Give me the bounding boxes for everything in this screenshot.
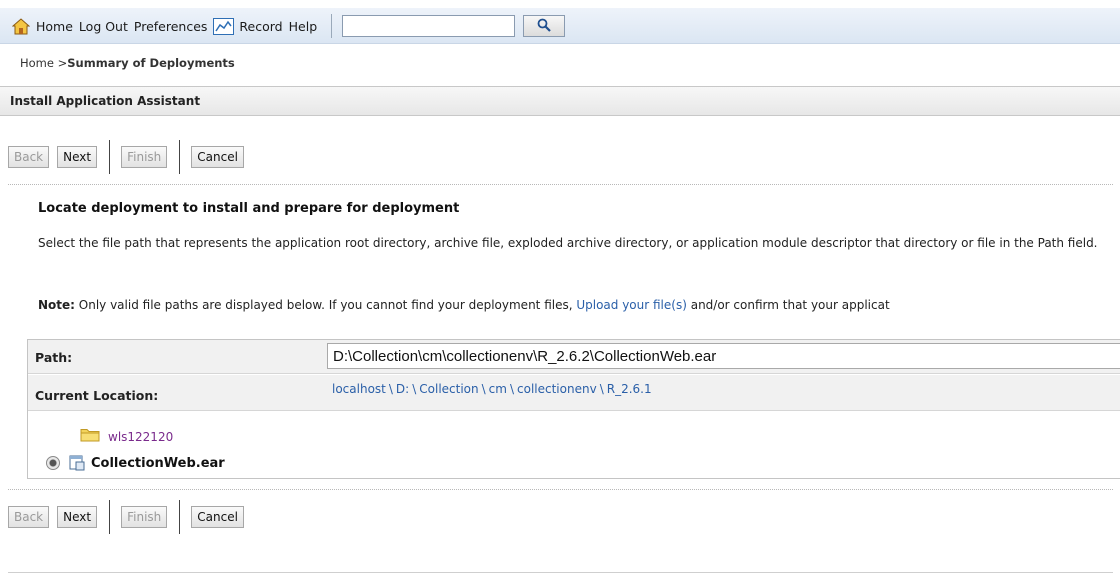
logout-link[interactable]: Log Out	[79, 19, 128, 34]
current-location-row: Current Location: localhost \ D: \ Collectio…	[28, 375, 1120, 411]
file-item: CollectionWeb.ear	[46, 455, 225, 471]
breadcrumb: Home >Summary of Deployments	[20, 56, 235, 70]
bottom-divider	[8, 572, 1113, 573]
bottom-button-row: Back Next Finish Cancel	[8, 500, 252, 534]
breadcrumb-current: Summary of Deployments	[67, 56, 235, 70]
note-label: Note:	[38, 298, 75, 312]
location-separator: \	[509, 382, 515, 396]
button-divider	[109, 500, 111, 534]
help-label: Help	[288, 18, 318, 34]
toolbar-divider	[331, 14, 333, 38]
section-description: Select the file path that represents the…	[38, 236, 1098, 250]
note-text: Only valid file paths are displayed belo…	[74, 298, 577, 312]
path-label: Path:	[35, 350, 73, 365]
top-button-row: Back Next Finish Cancel	[8, 140, 252, 174]
record-icon	[213, 17, 235, 35]
back-button-bottom[interactable]: Back	[8, 506, 50, 528]
assistant-title: Install Application Assistant	[10, 94, 201, 108]
folder-link[interactable]: wls122120	[108, 430, 173, 444]
location-crumb-cm[interactable]: cm	[489, 382, 507, 396]
home-icon	[11, 17, 31, 35]
toolbar: Home Log Out Preferences Record Help	[11, 14, 566, 38]
note: Note: Only valid file paths are displaye…	[38, 298, 890, 312]
location-separator: \	[388, 382, 393, 396]
cancel-button[interactable]: Cancel	[191, 146, 244, 168]
breadcrumb-separator: >	[53, 56, 68, 70]
upload-files-link[interactable]: Upload your file(s)	[576, 298, 687, 312]
location-breadcrumb: localhost \ D: \ Collection \ cm \ collectionenv…	[332, 382, 652, 396]
finish-button[interactable]: Finish	[121, 146, 168, 168]
location-crumb-collectionenv[interactable]: collectionenv	[517, 382, 597, 396]
preferences-label: Preferences	[133, 18, 208, 34]
breadcrumb-home[interactable]: Home	[20, 56, 54, 70]
location-separator: \	[599, 382, 604, 396]
divider	[8, 184, 1113, 185]
path-input[interactable]	[327, 343, 1120, 369]
divider	[8, 489, 1113, 490]
home-label: Home	[36, 18, 73, 34]
note-tail: and/or confirm that your applicat	[686, 298, 890, 312]
record-label: Record	[239, 18, 283, 34]
logout-label: Log Out	[78, 18, 128, 34]
assistant-header: Install Application Assistant	[0, 86, 1120, 116]
record-link[interactable]: Record	[213, 17, 283, 35]
folder-item[interactable]: wls122120	[80, 424, 173, 444]
next-button[interactable]: Next	[57, 146, 98, 168]
button-divider	[179, 500, 181, 534]
button-divider	[109, 140, 111, 174]
archive-file-icon	[69, 455, 85, 471]
current-location-label: Current Location:	[35, 388, 159, 403]
search-input[interactable]	[342, 15, 516, 37]
location-crumb-drive[interactable]: D:	[396, 382, 409, 396]
file-name: CollectionWeb.ear	[91, 455, 225, 471]
section-title: Locate deployment to install and prepare…	[38, 201, 460, 216]
path-row: Path:	[28, 340, 1120, 374]
button-divider	[179, 140, 181, 174]
location-crumb-current: R_2.6.1	[606, 382, 652, 396]
location-separator: \	[481, 382, 486, 396]
preferences-link[interactable]: Preferences	[134, 19, 208, 34]
location-crumb-localhost[interactable]: localhost	[332, 382, 386, 396]
top-toolbar-area: Home Log Out Preferences Record Help	[0, 0, 1120, 53]
home-link[interactable]: Home	[11, 17, 73, 35]
search-icon	[537, 18, 551, 35]
search-button[interactable]	[523, 15, 566, 37]
finish-button-bottom[interactable]: Finish	[121, 506, 168, 528]
location-separator: \	[412, 382, 417, 396]
location-panel: Path: Current Location: localhost\D:\Col…	[27, 339, 1120, 479]
help-link[interactable]: Help	[289, 19, 318, 34]
next-button-bottom[interactable]: Next	[57, 506, 98, 528]
folder-icon	[80, 427, 100, 442]
file-radio[interactable]	[46, 456, 60, 470]
location-crumb-collection[interactable]: Collection	[419, 382, 478, 396]
cancel-button-bottom[interactable]: Cancel	[191, 506, 244, 528]
back-button[interactable]: Back	[8, 146, 50, 168]
